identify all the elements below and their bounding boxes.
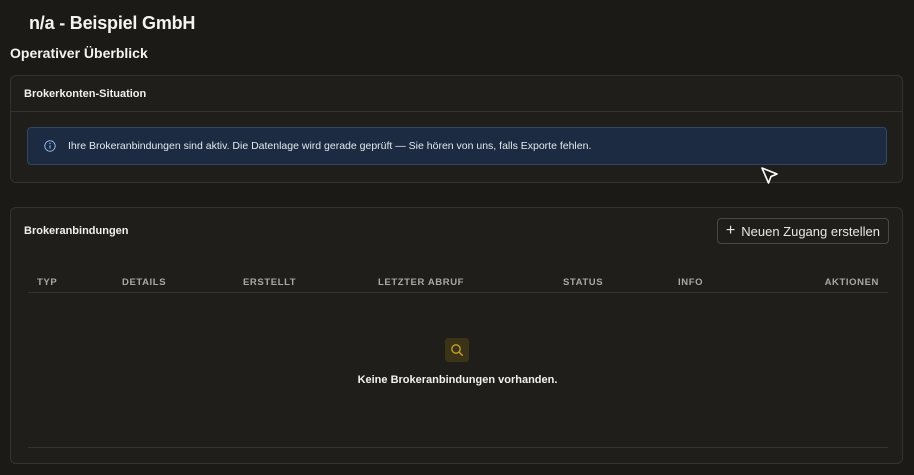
page-title: Operativer Überblick [10,45,148,61]
cursor-icon [760,165,780,187]
new-access-button[interactable]: + Neuen Zugang erstellen [716,218,889,244]
info-icon [44,140,56,152]
column-header-aktionen[interactable]: AKTIONEN [825,277,879,288]
info-alert: Ihre Brokeranbindungen sind aktiv. Die D… [27,127,887,165]
empty-state-text: Keine Brokeranbindungen vorhanden. [357,374,558,386]
column-header-letzter-abruf[interactable]: LETZTER ABRUF [378,277,464,288]
new-access-label: Neuen Zugang erstellen [741,223,880,239]
broker-connections-card: Brokeranbindungen + Neuen Zugang erstell… [10,207,903,464]
company-title: n/a - Beispiel GmbH [29,13,196,33]
plus-icon: + [725,221,736,239]
table-header: TYP DETAILS ERSTELLT LETZTER ABRUF STATU… [28,271,888,293]
page: n/a - Beispiel GmbH Operativer Überblick… [0,0,914,475]
table-footer-divider [28,447,888,448]
broker-situation-title: Brokerkonten-Situation [11,76,902,112]
column-header-info[interactable]: INFO [678,277,703,288]
column-header-erstellt[interactable]: ERSTELLT [243,277,296,288]
column-header-status[interactable]: STATUS [563,277,603,288]
column-header-typ[interactable]: TYP [37,277,57,288]
alert-text: Ihre Brokeranbindungen sind aktiv. Die D… [68,140,592,152]
broker-connections-title: Brokeranbindungen [24,225,129,237]
search-icon [445,338,469,362]
column-header-details[interactable]: DETAILS [122,277,166,288]
